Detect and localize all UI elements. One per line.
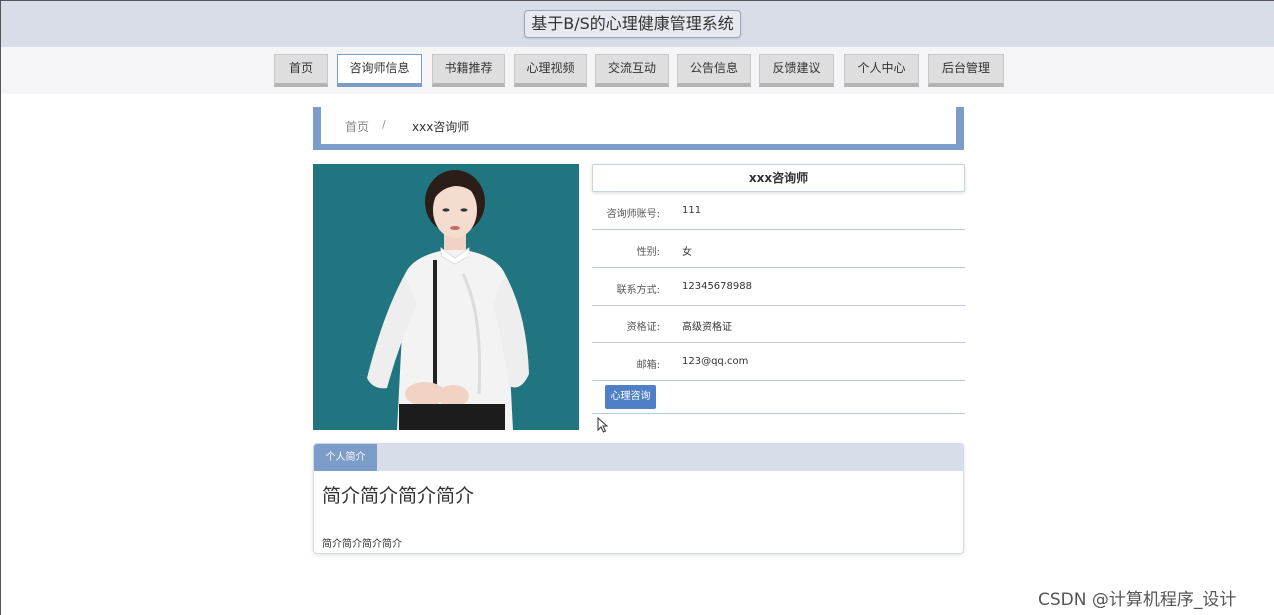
nav-item-profile[interactable]: 个人中心: [844, 54, 919, 87]
gender-value: 女: [682, 247, 692, 258]
intro-tab-bar: 个人简介: [314, 444, 963, 471]
detail-row-certificate: 资格证: 高级资格证: [592, 305, 965, 343]
breadcrumb-separator: /: [382, 118, 386, 131]
consult-row: 心理咨询: [592, 380, 965, 414]
detail-row-gender: 性别: 女: [592, 230, 965, 268]
site-title: 基于B/S的心理健康管理系统: [524, 10, 741, 38]
nav-item-counselors[interactable]: 咨询师信息: [337, 54, 422, 87]
consult-button[interactable]: 心理咨询: [605, 385, 656, 409]
intro-heading: 简介简介简介简介: [322, 485, 475, 507]
nav-item-notices[interactable]: 公告信息: [677, 54, 751, 87]
detail-row-contact: 联系方式: 12345678988: [592, 268, 965, 306]
nav-item-forum[interactable]: 交流互动: [595, 54, 669, 87]
email-label: 邮箱:: [636, 360, 660, 371]
nav-item-admin[interactable]: 后台管理: [928, 54, 1004, 87]
email-value: 123@qq.com: [682, 356, 749, 367]
certificate-label: 资格证:: [626, 322, 660, 333]
contact-value: 12345678988: [682, 281, 752, 292]
certificate-value: 高级资格证: [682, 322, 732, 333]
mouse-cursor-icon: [597, 417, 609, 433]
intro-body: 简介简介简介简介: [322, 539, 402, 550]
counselor-name-title: xxx咨询师: [592, 164, 965, 192]
breadcrumb: 首页 / xxx咨询师: [313, 107, 964, 150]
csdn-watermark: CSDN @计算机程序_设计: [1038, 590, 1237, 610]
nav-item-videos[interactable]: 心理视频: [514, 54, 587, 87]
breadcrumb-home-link[interactable]: 首页: [345, 118, 369, 135]
account-label: 咨询师账号:: [606, 209, 660, 220]
tab-intro[interactable]: 个人简介: [314, 444, 377, 471]
counselor-photo-illustration: [313, 164, 579, 430]
nav-item-home[interactable]: 首页: [274, 54, 328, 87]
counselor-photo: [313, 164, 579, 430]
intro-panel: 个人简介 简介简介简介简介 简介简介简介简介: [313, 443, 964, 554]
account-value: 111: [682, 205, 702, 216]
detail-row-account: 咨询师账号: 111: [592, 192, 965, 230]
gender-label: 性别:: [636, 247, 660, 258]
header-bar: 基于B/S的心理健康管理系统: [1, 1, 1274, 47]
breadcrumb-current: xxx咨询师: [412, 120, 470, 134]
nav-item-feedback[interactable]: 反馈建议: [759, 54, 834, 87]
contact-label: 联系方式:: [616, 285, 660, 296]
nav-item-books[interactable]: 书籍推荐: [432, 54, 505, 87]
detail-row-email: 邮箱: 123@qq.com: [592, 343, 965, 381]
